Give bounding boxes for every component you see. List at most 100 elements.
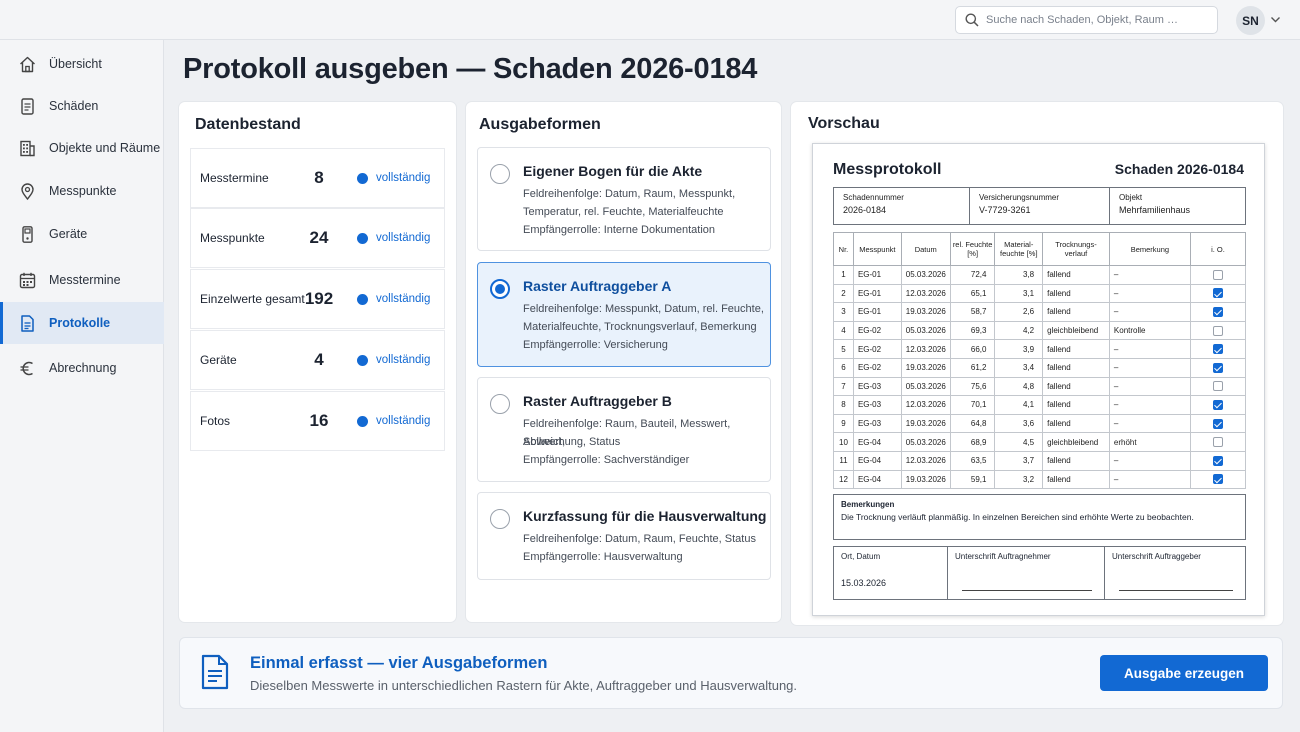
stat-card: Messpunkte 24 vollständig [190, 208, 445, 268]
checkbox-unchecked[interactable] [1212, 381, 1223, 392]
checkbox-checked[interactable] [1212, 455, 1223, 466]
meta-value: V-7729-3261 [979, 205, 1031, 215]
search-box[interactable] [955, 6, 1218, 34]
checkbox-unchecked[interactable] [1212, 325, 1223, 336]
checkbox-checked[interactable] [1212, 306, 1223, 317]
checkbox-checked[interactable] [1212, 362, 1223, 373]
table-cell [1189, 432, 1247, 452]
table-cell: 3,8 [994, 265, 1044, 285]
sign-label: Unterschrift Auftragnehmer [955, 552, 1051, 561]
device-icon [18, 225, 37, 244]
generate-output-button[interactable]: Ausgabe erzeugen [1100, 655, 1268, 691]
sidebar-item-abrechnung[interactable]: Abrechnung [0, 347, 164, 389]
chevron-down-icon[interactable] [1270, 14, 1281, 25]
table-cell: 10 [833, 432, 854, 452]
checkbox-checked[interactable] [1212, 288, 1223, 299]
table-cell: 65,1 [949, 283, 996, 304]
table-cell: gleichbleibend [1042, 320, 1110, 341]
checkbox-checked[interactable] [1212, 474, 1223, 485]
radio-button[interactable] [490, 509, 510, 529]
option-fields: Feldreihenfolge: Messpunkt, Datum, rel. … [523, 303, 764, 315]
table-cell: fallend [1042, 469, 1110, 490]
sidebar-item-schaeden[interactable]: Schäden [0, 85, 164, 127]
sidebar-item-label: Protokolle [49, 316, 111, 330]
sidebar-item-messpunkte[interactable]: Messpunkte [0, 170, 164, 212]
output-option-auftraggeber-a[interactable]: Raster Auftraggeber A Feldreihenfolge: M… [477, 262, 771, 367]
status-text: vollständig [376, 415, 431, 427]
sidebar-item-uebersicht[interactable]: Übersicht [0, 43, 164, 85]
euro-icon [18, 359, 37, 378]
table-cell: 58,7 [949, 302, 996, 322]
option-title: Kurzfassung für die Hausverwaltung [523, 508, 767, 524]
radio-button[interactable] [490, 164, 510, 184]
sidebar-item-geraete[interactable]: Geräte [0, 213, 164, 255]
table-cell: fallend [1042, 339, 1110, 359]
table-cell: EG-03 [852, 413, 902, 434]
checkbox-checked[interactable] [1212, 344, 1223, 355]
meta-key: Versicherungsnummer [979, 193, 1060, 202]
table-cell: 5 [833, 339, 854, 359]
table-body: 1 EG-01 05.03.2026 72,4 3,8 fallend –2 EG-01 12.… [833, 265, 1247, 490]
table-cell: 19.03.2026 [900, 469, 951, 490]
sign-label: Unterschrift Auftraggeber [1112, 552, 1201, 561]
table-row: 9 EG-03 19.03.2026 64,8 3,6 fallend – [833, 413, 1247, 434]
output-option-auftraggeber-b[interactable]: Raster Auftraggeber B Feldreihenfolge: R… [477, 377, 771, 482]
radio-button[interactable] [490, 394, 510, 414]
table-row: 10 EG-04 05.03.2026 68,9 4,5 gleichbleibend er… [833, 432, 1247, 452]
table-cell: 05.03.2026 [900, 265, 951, 285]
table-cell: 61,2 [949, 357, 996, 378]
table-cell [1189, 395, 1247, 415]
status-dot [357, 232, 368, 244]
checkbox-unchecked[interactable] [1212, 437, 1223, 448]
meta-cell: Objekt Mehrfamilienhaus [1110, 188, 1245, 224]
table-cell: fallend [1042, 395, 1110, 415]
sidebar-item-label: Messtermine [49, 273, 121, 287]
stat-value: 8 [314, 168, 324, 187]
remarks-box: Bemerkungen Die Trocknung verläuft planm… [833, 494, 1246, 540]
datenbestand-title: Datenbestand [195, 116, 301, 133]
table-cell: fallend [1042, 302, 1110, 322]
table-cell: – [1108, 265, 1191, 285]
sidebar-item-messtermine[interactable]: Messtermine [0, 259, 164, 301]
option-title: Raster Auftraggeber B [523, 393, 672, 409]
checkbox-checked[interactable] [1212, 418, 1223, 429]
table-cell: EG-01 [852, 265, 902, 285]
protocol-icon [18, 314, 37, 333]
table-cell: fallend [1042, 450, 1110, 471]
table-cell: 11 [833, 450, 854, 471]
sign-date: 15.03.2026 [841, 578, 887, 588]
table-cell: 05.03.2026 [900, 432, 951, 452]
checkbox-checked[interactable] [1212, 399, 1223, 410]
remarks-text: Die Trocknung verläuft planmäßig. In ein… [841, 512, 1194, 522]
radio-button[interactable] [490, 279, 510, 299]
stat-label: Fotos [200, 414, 231, 428]
table-cell: 68,9 [949, 432, 996, 452]
table-row: 4 EG-02 05.03.2026 69,3 4,2 gleichbleibend Kon… [833, 320, 1247, 341]
column-header: Nr. [833, 232, 854, 266]
table-cell: – [1108, 339, 1191, 359]
table-cell: 59,1 [949, 469, 996, 490]
protocol-document: Messprotokoll Schaden 2026-0184 Schadenn… [812, 143, 1265, 616]
output-option-akte[interactable]: Eigener Bogen für die Akte Feldreihenfol… [477, 147, 771, 251]
status-text: vollständig [376, 232, 431, 244]
table-cell: 3,4 [994, 357, 1044, 378]
user-avatar[interactable]: SN [1236, 6, 1265, 35]
column-header: Messpunkt [852, 232, 902, 266]
table-cell: 69,3 [949, 320, 996, 341]
table-cell: 12.03.2026 [900, 339, 951, 359]
table-cell: 2 [833, 283, 854, 304]
table-row: 1 EG-01 05.03.2026 72,4 3,8 fallend – [833, 265, 1247, 285]
checkbox-unchecked[interactable] [1212, 269, 1223, 280]
sidebar-item-protokolle[interactable]: Protokolle [0, 302, 164, 344]
sidebar-item-objekte[interactable]: Objekte und Räume [0, 127, 164, 169]
table-cell: 3,2 [994, 469, 1044, 490]
search-input[interactable] [986, 14, 1206, 26]
column-header: rel. Feuchte [%] [949, 232, 996, 266]
status-dot [357, 415, 368, 427]
table-cell: – [1108, 469, 1191, 490]
table-cell [1189, 376, 1247, 397]
document-case-number: Schaden 2026-0184 [1114, 161, 1244, 177]
option-title: Raster Auftraggeber A [523, 278, 672, 294]
sidebar-item-label: Messpunkte [49, 184, 117, 198]
output-option-hausverwaltung[interactable]: Kurzfassung für die Hausverwaltung Feldr… [477, 492, 771, 580]
